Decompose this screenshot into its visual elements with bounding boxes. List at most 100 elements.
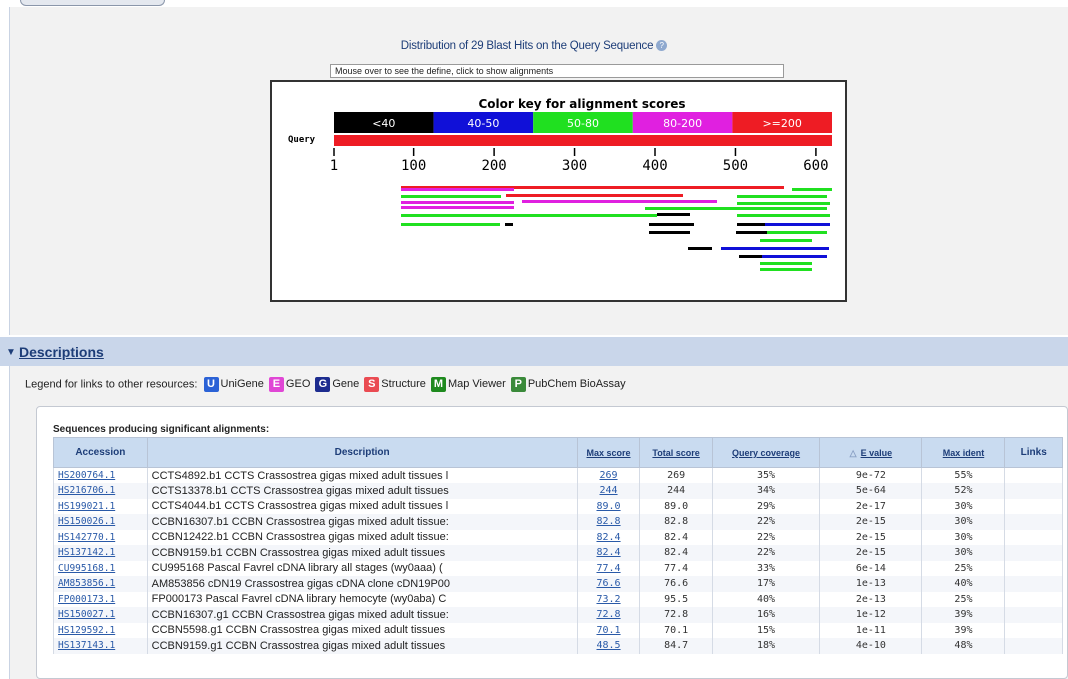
legend-structure-icon: S xyxy=(364,377,380,392)
legend-gene-icon: G xyxy=(315,377,331,392)
axis-tick-label: 600 xyxy=(803,158,828,174)
description-cell: CCBN16307.b1 CCBN Crassostrea gigas mixe… xyxy=(146,514,578,530)
table-row[interactable]: HS142770.1 CCBN12422.b1 CCBN Crassostrea … xyxy=(53,529,1063,545)
links-cell xyxy=(1004,529,1063,545)
table-row[interactable]: AM853856.1 AM853856 cDN19 Crassostrea gig… xyxy=(53,576,1063,592)
legend-label: UniGene xyxy=(220,378,264,391)
table-row[interactable]: HS137142.1 CCBN9159.b1 CCBN Crassostrea g… xyxy=(53,545,1063,561)
max-ident-cell: 55% xyxy=(921,467,1006,483)
max-score-link[interactable]: 77.4 xyxy=(576,560,641,576)
query-coverage-cell: 34% xyxy=(711,483,821,499)
hit-bar xyxy=(401,201,514,204)
accession-link[interactable]: HS216706.1 xyxy=(53,483,148,499)
graph-title-text: Distribution of 29 Blast Hits on the Que… xyxy=(400,40,654,52)
hit-bar xyxy=(401,195,501,198)
max-score-link[interactable]: 76.6 xyxy=(576,576,641,592)
alignment-graph-svg[interactable]: Color key for alignment scores <40 40-50 50… xyxy=(272,82,845,300)
accession-link[interactable]: HS129592.1 xyxy=(53,622,148,638)
hit-bar xyxy=(401,214,657,217)
max-score-link[interactable]: 73.2 xyxy=(576,591,641,607)
total-score-cell: 72.8 xyxy=(639,607,713,623)
accession-link[interactable]: HS137142.1 xyxy=(53,545,148,561)
legend-items: U UniGene E GEO G Gene S Structure M Map Viewer P P… xyxy=(201,377,628,392)
query-coverage-cell: 40% xyxy=(711,591,821,607)
query-coverage-cell: 22% xyxy=(711,545,821,561)
legend-label: GEO xyxy=(285,378,311,391)
total-score-cell: 82.8 xyxy=(639,514,713,530)
accession-link[interactable]: HS137143.1 xyxy=(53,638,148,654)
max-score-link[interactable]: 89.0 xyxy=(576,498,641,514)
max-score-link[interactable]: 82.4 xyxy=(576,545,641,561)
hit-bar xyxy=(657,213,690,216)
total-score-cell: 77.4 xyxy=(639,560,713,576)
col-total-score[interactable]: Total score xyxy=(639,437,713,468)
table-row[interactable]: HS150027.1 CCBN16307.g1 CCBN Crassostrea … xyxy=(53,607,1063,623)
collapsed-section-tab[interactable] xyxy=(20,0,165,6)
description-cell: CCTS13378.b1 CCTS Crassostrea gigas mixe… xyxy=(146,483,578,499)
links-cell xyxy=(1004,514,1063,530)
hit-bar xyxy=(737,202,830,205)
expand-triangle-icon[interactable]: ▼ xyxy=(6,347,16,358)
query-coverage-cell: 16% xyxy=(711,607,821,623)
legend-prefix: Legend for links to other resources: xyxy=(25,378,198,391)
accession-link[interactable]: HS200764.1 xyxy=(53,467,148,483)
hit-bar xyxy=(760,239,812,242)
max-score-link[interactable]: 70.1 xyxy=(576,622,641,638)
max-score-link[interactable]: 269 xyxy=(576,467,641,483)
e-value-cell: 1e-13 xyxy=(819,576,923,592)
links-cell xyxy=(1004,607,1063,623)
hit-bar xyxy=(760,268,812,271)
max-score-link[interactable]: 82.8 xyxy=(576,514,641,530)
accession-link[interactable]: HS150027.1 xyxy=(53,607,148,623)
max-ident-cell: 39% xyxy=(921,607,1006,623)
legend-geo-icon: E xyxy=(268,377,284,392)
total-score-cell: 70.1 xyxy=(639,622,713,638)
e-value-cell: 2e-13 xyxy=(819,591,923,607)
max-ident-cell: 25% xyxy=(921,560,1006,576)
col-max-ident[interactable]: Max ident xyxy=(921,437,1006,468)
col-max-score[interactable]: Max score xyxy=(576,437,641,468)
col-e-value-label[interactable]: E value xyxy=(861,448,893,458)
accession-link[interactable]: CU995168.1 xyxy=(53,560,148,576)
links-cell xyxy=(1004,560,1063,576)
alignment-graph[interactable]: Color key for alignment scores <40 40-50 50… xyxy=(270,80,847,302)
accession-link[interactable]: HS199021.1 xyxy=(53,498,148,514)
resource-legend: Legend for links to other resources: U Un… xyxy=(25,377,628,392)
links-cell xyxy=(1004,638,1063,654)
axis-tick-label: 100 xyxy=(401,158,426,174)
accession-link[interactable]: HS150026.1 xyxy=(53,514,148,530)
accession-link[interactable]: HS142770.1 xyxy=(53,529,148,545)
max-ident-cell: 40% xyxy=(921,576,1006,592)
max-score-link[interactable]: 244 xyxy=(576,483,641,499)
max-score-link[interactable]: 48.5 xyxy=(576,638,641,654)
table-row[interactable]: FP000173.1 FP000173 Pascal Favrel cDNA li… xyxy=(53,591,1063,607)
col-e-value[interactable]: △ E value xyxy=(819,437,923,468)
max-ident-cell: 39% xyxy=(921,622,1006,638)
table-row[interactable]: HS150026.1 CCBN16307.b1 CCBN Crassostrea … xyxy=(53,514,1063,530)
query-coverage-cell: 22% xyxy=(711,514,821,530)
max-score-link[interactable]: 82.4 xyxy=(576,529,641,545)
table-header-row: Accession Description Max score Total sc… xyxy=(53,437,1063,468)
table-row[interactable]: HS199021.1 CCTS4044.b1 CCTS Crassostrea g… xyxy=(53,498,1063,514)
table-row[interactable]: HS216706.1 CCTS13378.b1 CCTS Crassostrea … xyxy=(53,483,1063,499)
max-ident-cell: 52% xyxy=(921,483,1006,499)
accession-link[interactable]: AM853856.1 xyxy=(53,576,148,592)
table-row[interactable]: HS137143.1 CCBN9159.g1 CCBN Crassostrea g… xyxy=(53,638,1063,654)
col-query-coverage[interactable]: Query coverage xyxy=(711,437,821,468)
table-row[interactable]: CU995168.1 CU995168 Pascal Favrel cDNA li… xyxy=(53,560,1063,576)
max-score-link[interactable]: 72.8 xyxy=(576,607,641,623)
hit-bar xyxy=(401,223,500,226)
accession-link[interactable]: FP000173.1 xyxy=(53,591,148,607)
hit-bar xyxy=(736,231,767,234)
table-row[interactable]: HS129592.1 CCBN5598.g1 CCBN Crassostrea g… xyxy=(53,622,1063,638)
e-value-cell: 5e-64 xyxy=(819,483,923,499)
query-label: Query xyxy=(288,135,316,145)
links-cell xyxy=(1004,498,1063,514)
table-caption: Sequences producing significant alignmen… xyxy=(53,424,270,435)
hit-bar xyxy=(737,214,830,217)
help-icon[interactable]: ? xyxy=(656,40,668,52)
descriptions-title[interactable]: Descriptions xyxy=(19,344,104,360)
table-row[interactable]: HS200764.1 CCTS4892.b1 CCTS Crassostrea g… xyxy=(53,467,1063,483)
descriptions-header[interactable]: ▼ Descriptions xyxy=(0,337,1068,366)
links-cell xyxy=(1004,576,1063,592)
